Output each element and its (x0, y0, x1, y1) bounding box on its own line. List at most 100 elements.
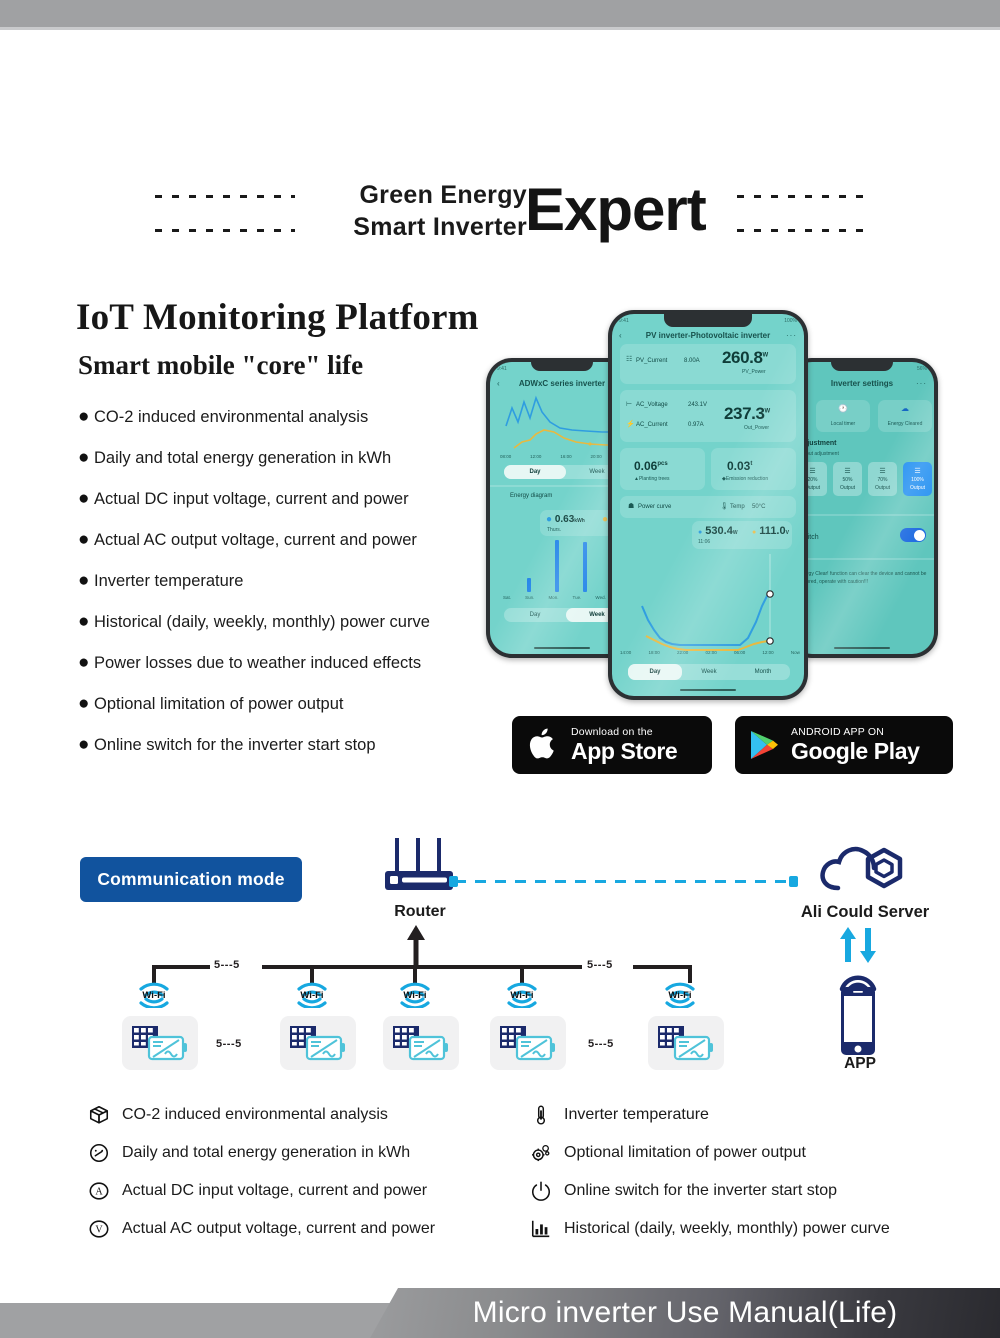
app-label: APP (844, 1055, 876, 1072)
tooltip-value-1: ● 530.4W (698, 525, 738, 537)
tab-day[interactable]: Day (628, 664, 682, 680)
tab-day[interactable]: Day (504, 612, 566, 618)
solar-inverter-icon (500, 1026, 555, 1061)
tick-label: 18:00 (648, 650, 660, 655)
bolt-icon: ⚡ (626, 421, 635, 428)
bullet-dot-icon: ● (78, 529, 90, 550)
home-indicator (534, 646, 590, 649)
tick-label: 22:00 (676, 650, 689, 655)
ac-voltage-value: 243.1V (688, 402, 708, 408)
thermometer-icon: 🌡 (720, 503, 729, 510)
bullet-dot-icon: ● (78, 652, 90, 673)
out-power-caption: Out_Power (744, 425, 770, 431)
apple-logo-icon (526, 728, 562, 762)
x-axis-ticks: 14:00 18:00 22:00 02:00 06:00 12:00 Now (620, 650, 800, 655)
bus-label: 5---5 (214, 959, 240, 971)
smartphone-icon (841, 987, 875, 1055)
more-options-icon[interactable]: ··· (916, 379, 927, 388)
ac-current-value: 0.97A (688, 422, 704, 428)
app-store-badge[interactable]: Download on the App Store (512, 716, 712, 774)
tick-label: 02:00 (705, 650, 717, 655)
phone-mockup-center: 9:41 100% ‹ PV inverter-Photovoltaic inv… (608, 310, 808, 700)
tab-month[interactable]: Month (736, 669, 790, 675)
gears-icon (530, 1142, 564, 1164)
tab-day[interactable]: Day (504, 465, 566, 479)
feature-column-left: CO-2 induced environmental analysis Dail… (88, 1096, 518, 1248)
bus-label: 5---5 (216, 1038, 242, 1050)
svg-text:A: A (95, 1187, 103, 1198)
energy-cleared-label: Energy Cleared (887, 421, 923, 427)
inverter-switch-toggle[interactable] (900, 528, 926, 542)
google-play-small-label: ANDROID APP ON (791, 725, 885, 738)
divider (790, 514, 934, 516)
communication-diagram: Communication mode Router Ali Could Serv… (0, 820, 1000, 1085)
list-item: ● Actual AC output voltage, current and p… (78, 528, 508, 569)
status-time: 9:41 (497, 366, 507, 372)
status-time: 9:41 (619, 318, 629, 324)
trees-caption: ▲Planting trees (634, 476, 670, 482)
feature-label: Inverter temperature (564, 1106, 709, 1123)
page-subtitle: Smart mobile "core" life (78, 350, 364, 380)
slogan-line-2: Smart Inverter (353, 213, 527, 241)
bullet-dot-icon: ● (78, 570, 90, 591)
output-chip-100[interactable]: ☰ 100% Output (903, 462, 932, 496)
more-options-icon[interactable]: ··· (786, 331, 797, 340)
solar-inverter-icon (132, 1026, 187, 1061)
list-item: ● CO-2 induced environmental analysis (78, 405, 508, 446)
app-store-text: Download on the App Store (571, 727, 678, 764)
period-tabs[interactable]: Day Week Month (628, 664, 790, 680)
bar (527, 578, 531, 592)
solar-inverter-icon (658, 1026, 713, 1061)
router-to-cloud-link (455, 880, 795, 883)
output-chip-70[interactable]: ☰ 70% Output (868, 462, 897, 496)
output-chip-50[interactable]: ☰ 50% Output (833, 462, 862, 496)
expert-wordmark: Expert (525, 176, 707, 243)
plug-icon: ⊢ (626, 401, 633, 408)
list-item: Historical (daily, weekly, monthly) powe… (530, 1210, 970, 1248)
warning-note: Energy Clear! function can clear the dev… (798, 571, 927, 585)
cloud-upload-icon: ☁ (901, 404, 909, 413)
footer-title: Micro inverter Use Manual(Life) (472, 1296, 898, 1329)
cloud-server-label: Ali Could Server (800, 903, 930, 921)
cloud-server-icon (820, 846, 903, 891)
list-item: A Actual DC input voltage, current and p… (88, 1172, 518, 1210)
voltmeter-icon: V (88, 1218, 122, 1240)
curve-icon: ☗ (628, 503, 635, 510)
tick-label: Mon. (548, 595, 559, 600)
wifi-label: Wi-Fi (510, 990, 534, 1001)
barchart-icon (530, 1218, 564, 1240)
tick-label: Tue. (572, 595, 582, 600)
feature-label: Optional limitation of power output (564, 1144, 806, 1161)
svg-text:V: V (95, 1225, 103, 1236)
section-title-energy-diagram: Energy diagram (510, 493, 553, 499)
list-item: V Actual AC output voltage, current and … (88, 1210, 518, 1248)
bidirectional-arrow-icon (840, 927, 876, 963)
header-slogan: Green Energy Smart Inverter Expert (0, 175, 1000, 255)
tooltip-day: Thurs. (547, 527, 562, 533)
clock-icon: 🕐 (838, 404, 848, 413)
cube-icon (88, 1104, 122, 1126)
screen-title: Inverter settings (830, 379, 894, 388)
feature-label: Actual AC output voltage, current and po… (122, 1220, 436, 1237)
bullet-label: Optional limitation of power output (94, 695, 344, 713)
google-play-badge[interactable]: ANDROID APP ON Google Play (735, 716, 953, 774)
emission-card (711, 448, 796, 490)
bullet-label: Actual DC input voltage, current and pow… (94, 490, 409, 508)
pv-current-value: 8.00A (684, 358, 700, 364)
temp-label: Temp (730, 504, 745, 510)
link-connector-right (789, 876, 798, 887)
bullet-dot-icon: ● (78, 447, 90, 468)
list-item: ● Online switch for the inverter start st… (78, 733, 508, 774)
phone-mockup-right: 56% Inverter settings ··· 🕐 Local timer … (786, 358, 938, 658)
pv-power-caption: PV_Power (742, 369, 766, 375)
home-indicator (680, 688, 736, 691)
wifi-label: Wi-Fi (300, 990, 324, 1001)
divider (790, 558, 934, 560)
tooltip-value-2: ● 111.0V (752, 525, 789, 537)
feature-bullet-list: ● CO-2 induced environmental analysis ● Da… (78, 405, 508, 774)
pv-power-value: 260.8W (722, 348, 768, 367)
list-item: ● Actual DC input voltage, current and po… (78, 487, 508, 528)
tick-label: Wed. (595, 595, 606, 600)
tab-week[interactable]: Week (682, 669, 736, 675)
bullet-label: Online switch for the inverter start sto… (94, 736, 376, 754)
